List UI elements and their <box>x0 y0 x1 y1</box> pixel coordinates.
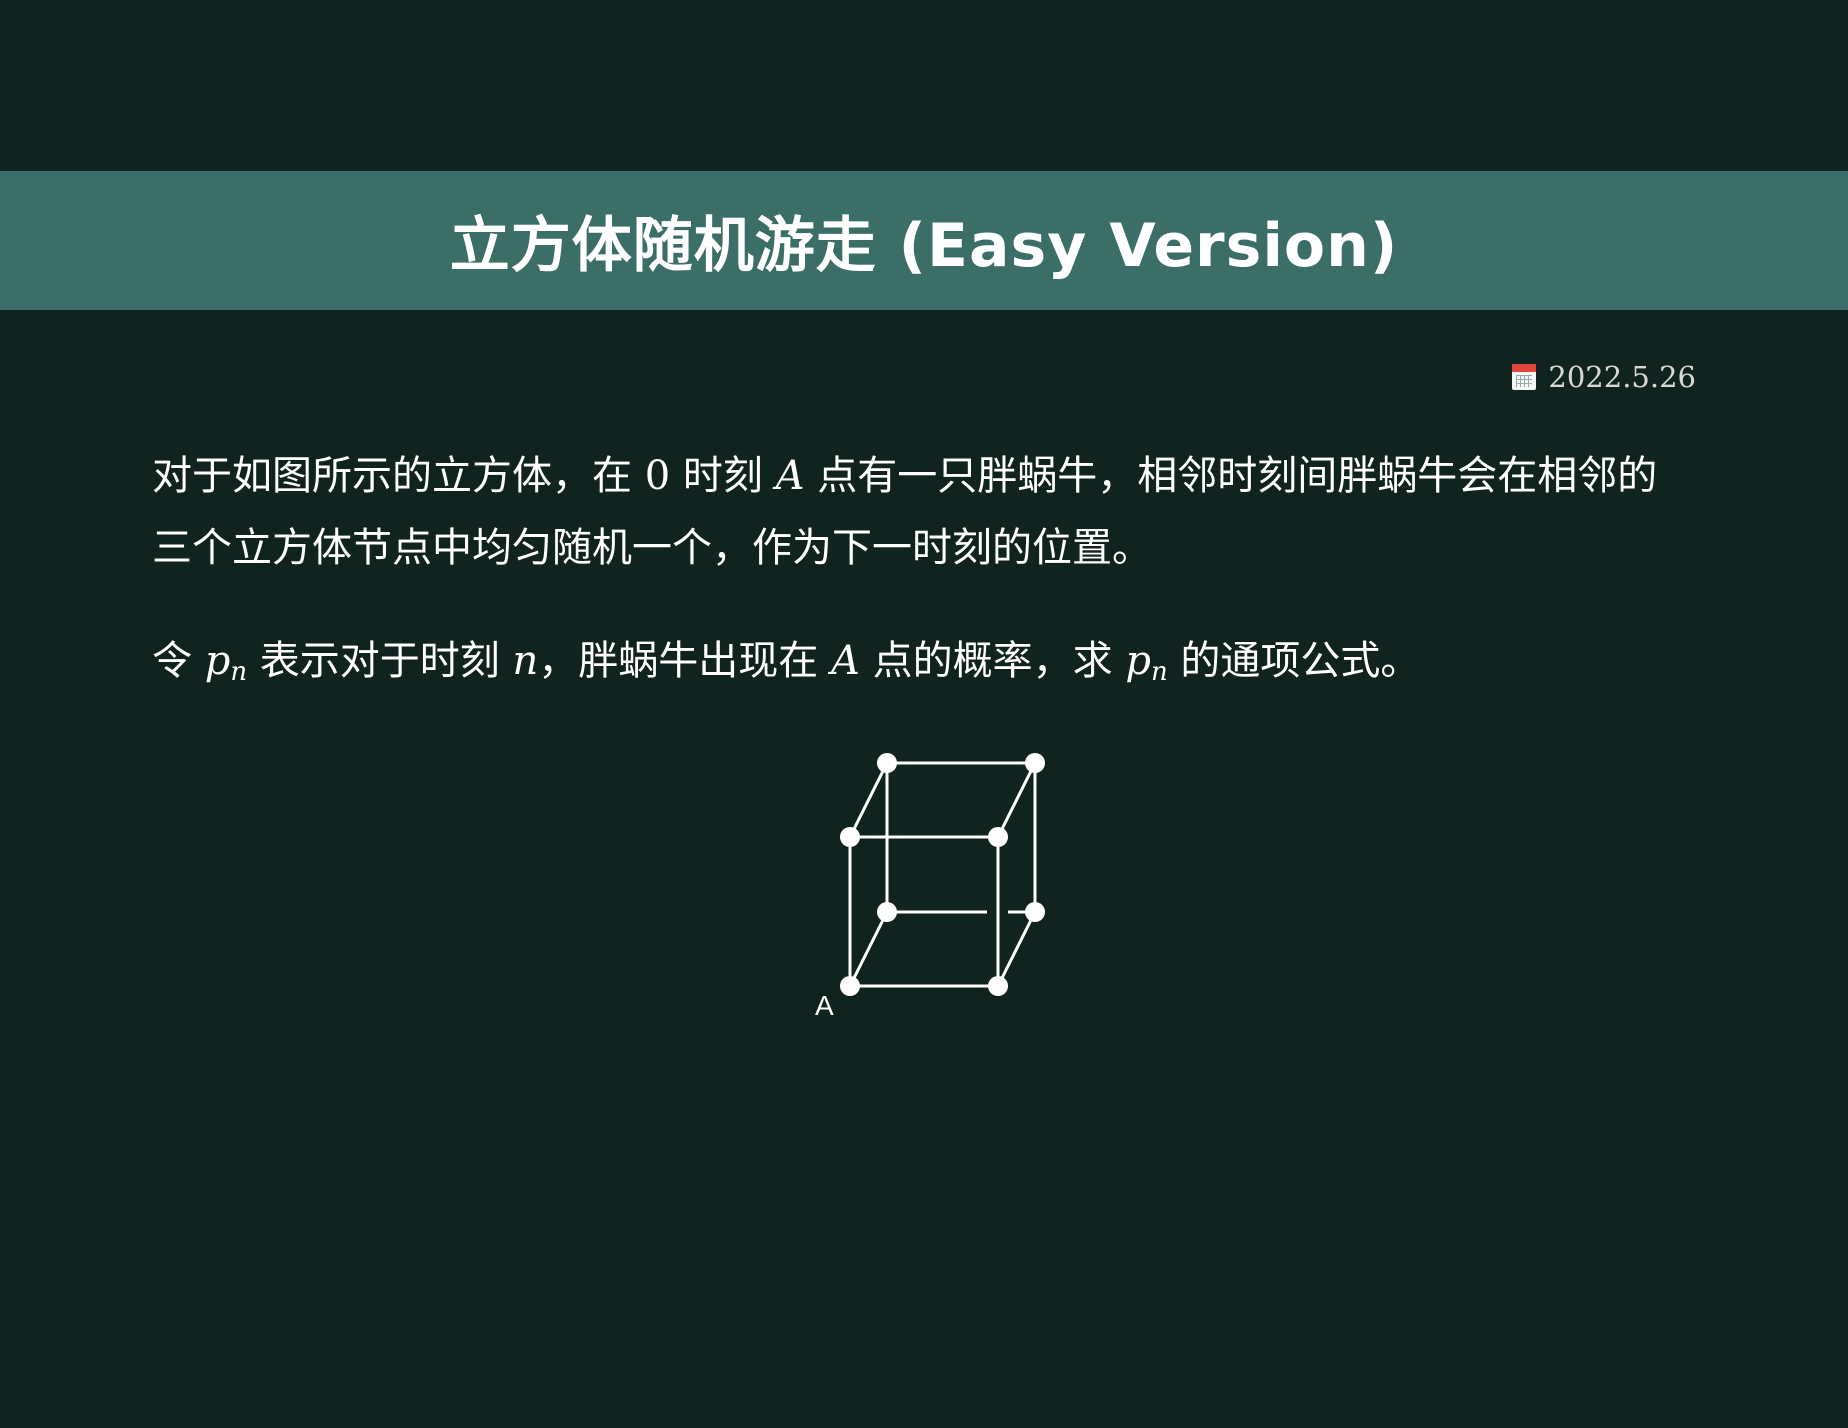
math-n: n <box>512 638 539 684</box>
title-banner: 立方体随机游走 (Easy Version) <box>0 171 1848 310</box>
math-A: A <box>831 638 860 684</box>
math-subscript-n: n <box>1150 657 1168 687</box>
problem-paragraph-1: 对于如图所示的立方体，在 0 时刻 A 点有一只胖蜗牛，相邻时刻间胖蜗牛会在相邻… <box>152 440 1696 584</box>
math-subscript-n: n <box>230 657 248 687</box>
cube-edge <box>996 911 1037 987</box>
cube-diagram: A <box>815 753 1045 1021</box>
math-p: p <box>204 638 231 684</box>
cube-vertex <box>877 902 897 922</box>
cube-edge <box>996 762 1037 838</box>
text: ，胖蜗牛出现在 <box>538 638 831 684</box>
problem-paragraph-2: 令 pn 表示对于时刻 n，胖蜗牛出现在 A 点的概率，求 pn 的通项公式。 <box>152 625 1696 708</box>
page-title: 立方体随机游走 (Easy Version) <box>449 211 1399 281</box>
text: 时刻 <box>670 453 776 499</box>
text: 的通项公式。 <box>1167 638 1421 684</box>
post-date: 2022.5.26 <box>1548 360 1696 394</box>
cube-vertex <box>988 976 1008 996</box>
date-row: 2022.5.26 <box>1512 360 1696 394</box>
math-A: A <box>775 453 805 499</box>
text: 对于如图所示的立方体，在 <box>152 453 645 499</box>
text: 点的概率，求 <box>859 638 1126 684</box>
math-p: p <box>1125 638 1151 684</box>
cube-vertex <box>877 753 897 773</box>
cube-vertex <box>988 827 1008 847</box>
text: 表示对于时刻 <box>247 638 513 684</box>
math-zero: 0 <box>644 453 671 499</box>
cube-edge <box>848 762 889 838</box>
vertex-label-A: A <box>815 990 834 1021</box>
cube-vertex-A <box>840 976 860 996</box>
text: 令 <box>152 638 205 684</box>
cube-vertex <box>1025 753 1045 773</box>
cube-vertex <box>1025 902 1045 922</box>
cube-edge <box>848 911 889 987</box>
calendar-icon <box>1512 364 1537 390</box>
cube-vertex <box>840 827 860 847</box>
